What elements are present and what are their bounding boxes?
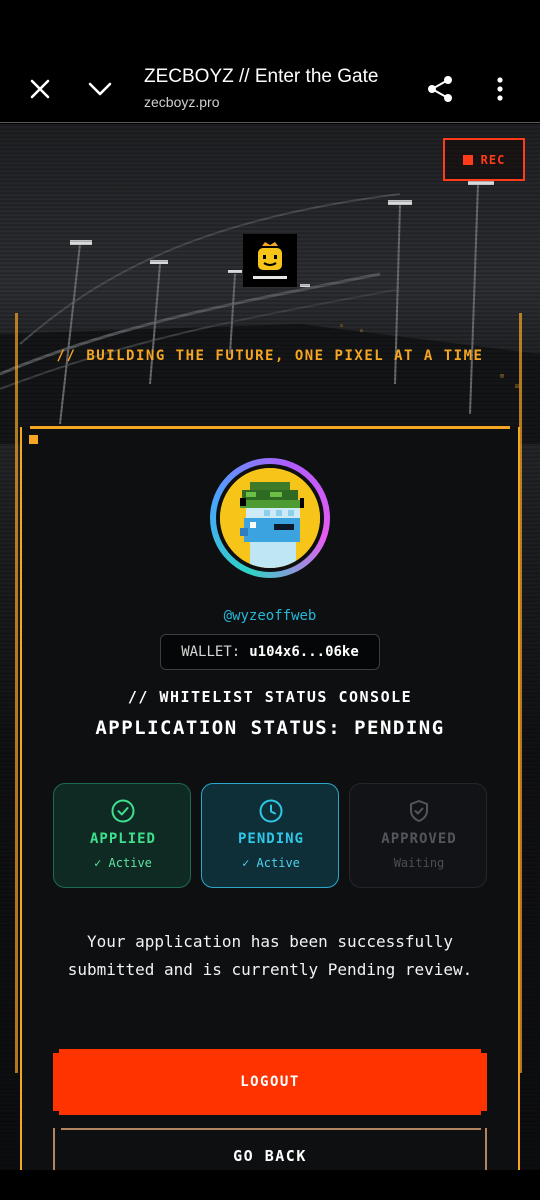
shield-check-icon (406, 798, 432, 824)
status-bar (0, 0, 540, 56)
tagline: // BUILDING THE FUTURE, ONE PIXEL AT A T… (56, 348, 484, 364)
status-message: Your application has been successfully s… (67, 932, 473, 979)
zecboyz-logo (243, 234, 297, 287)
rec-label: REC (480, 152, 506, 167)
rec-dot-icon (462, 154, 473, 165)
chevron-down-icon[interactable] (82, 71, 118, 107)
step-approved: APPROVED Waiting (349, 783, 487, 888)
close-icon[interactable] (22, 71, 58, 107)
step-approved-state: Waiting (393, 856, 445, 870)
user-handle[interactable]: @wyzeoffweb (0, 608, 540, 624)
step-applied-state: ✓ Active (94, 856, 152, 870)
console-title: // WHITELIST STATUS CONSOLE (127, 688, 413, 706)
page-url: zecboyz.pro (144, 94, 220, 110)
card-top-border (30, 426, 510, 429)
step-approved-label: APPROVED (381, 831, 457, 847)
rec-button[interactable]: REC (443, 138, 525, 181)
wallet-label: WALLET: (181, 644, 241, 660)
step-pending-state: ✓ Active (242, 856, 300, 870)
go-back-label: GO BACK (233, 1147, 307, 1165)
share-icon[interactable] (420, 71, 460, 107)
wallet-address: u104x6...06ke (249, 644, 359, 660)
logout-button[interactable]: LOGOUT (53, 1049, 487, 1115)
go-back-button[interactable]: GO BACK (53, 1128, 487, 1170)
system-nav-bar (0, 1170, 540, 1200)
avatar (210, 458, 330, 578)
clock-icon (258, 798, 284, 824)
logout-label: LOGOUT (240, 1074, 300, 1090)
application-status-heading: APPLICATION STATUS: PENDING (95, 717, 445, 739)
step-pending: PENDING ✓ Active (201, 783, 339, 888)
card-corner-accent (29, 435, 38, 444)
step-applied: APPLIED ✓ Active (53, 783, 191, 888)
step-applied-label: APPLIED (89, 831, 156, 847)
step-pending-label: PENDING (237, 831, 304, 847)
more-vert-icon[interactable] (482, 71, 518, 107)
page-title: ZECBOYZ // Enter the Gate (144, 66, 379, 87)
wallet-badge: WALLET: u104x6...06ke (160, 634, 380, 670)
check-circle-icon (110, 798, 136, 824)
pixel-avatar-image (220, 468, 320, 568)
browser-toolbar: ZECBOYZ // Enter the Gate zecboyz.pro (0, 56, 540, 123)
